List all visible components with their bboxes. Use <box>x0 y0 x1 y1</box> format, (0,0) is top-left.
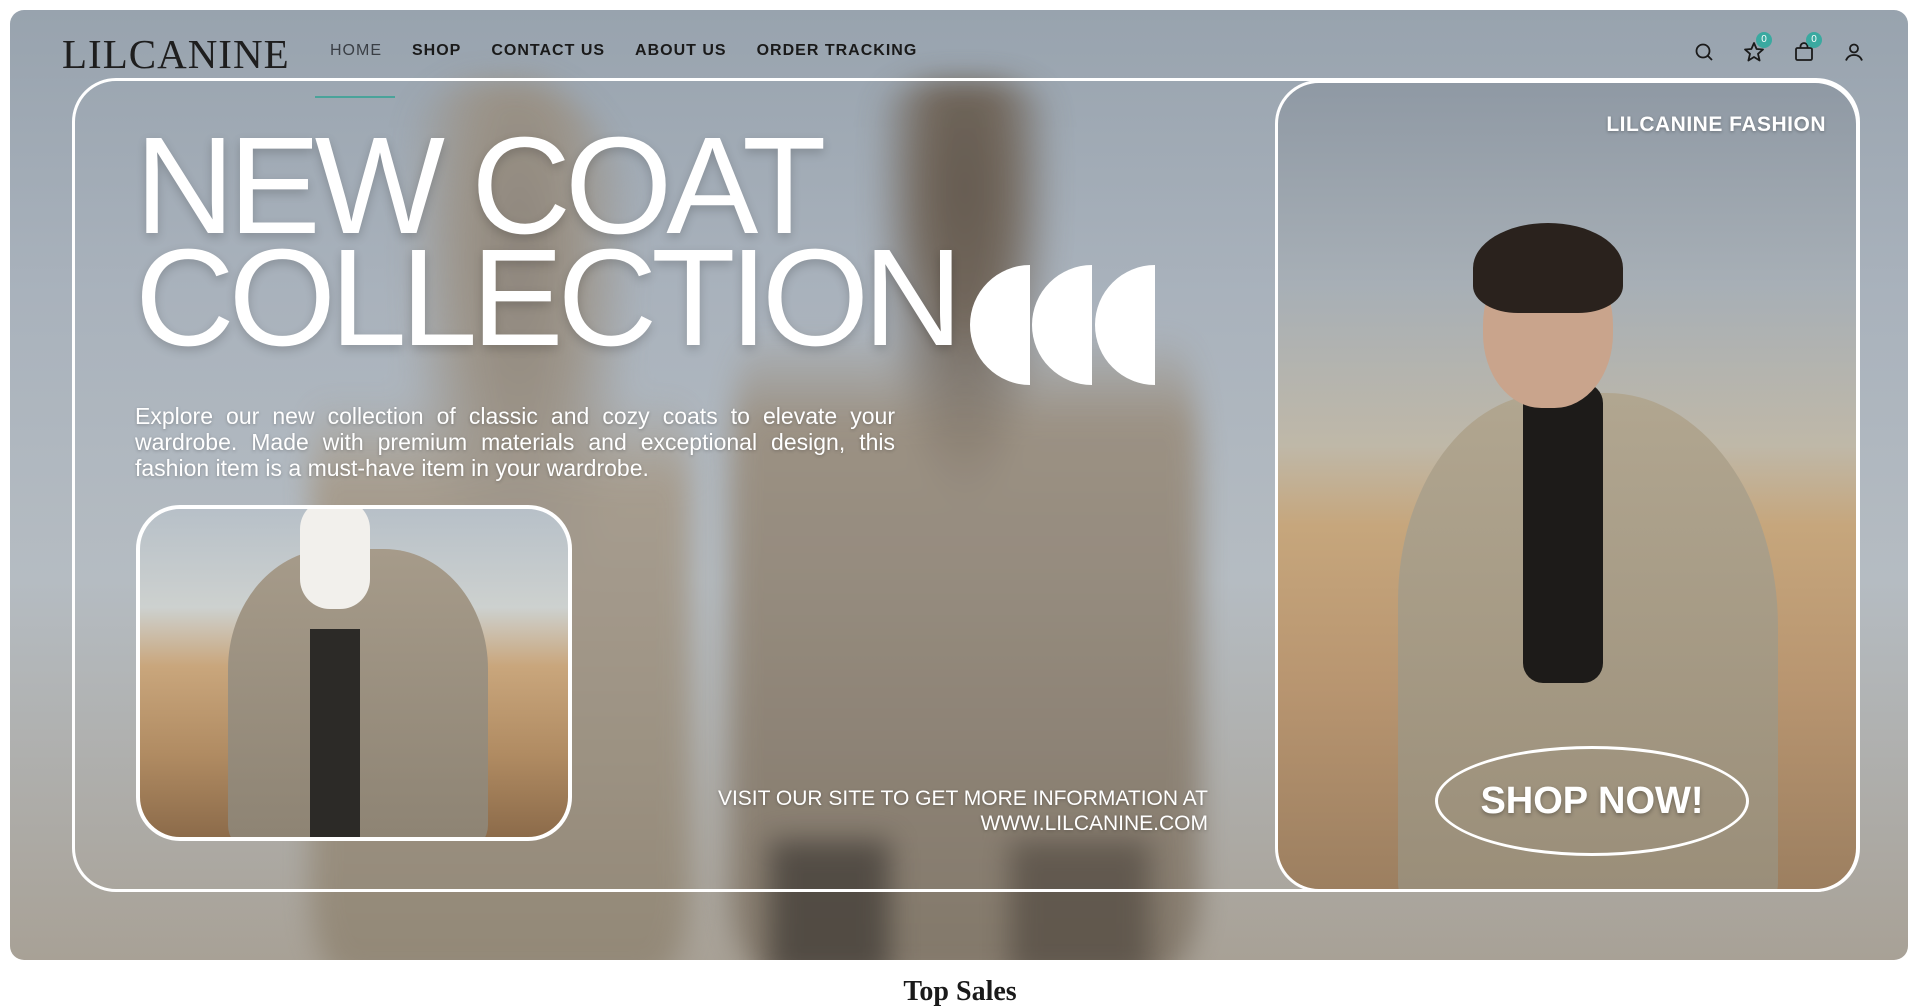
visit-url[interactable]: WWW.LILCANINE.COM <box>610 811 1208 836</box>
model-photo-small <box>136 505 572 841</box>
nav-item-order-tracking[interactable]: ORDER TRACKING <box>757 42 918 60</box>
user-icon[interactable] <box>1842 40 1866 64</box>
search-icon[interactable] <box>1692 40 1716 64</box>
nav-item-contact-us[interactable]: CONTACT US <box>491 42 605 60</box>
hero-description: Explore our new collection of classic an… <box>135 403 895 481</box>
nav-item-home[interactable]: HOME <box>330 42 382 60</box>
brand-tag: LILCANINE FASHION <box>1606 113 1826 136</box>
hero-headline: NEW COAT COLLECTION <box>135 117 963 375</box>
header-icons: 0 0 <box>1692 32 1866 64</box>
main-nav: HOME SHOP CONTACT US ABOUT US ORDER TRAC… <box>330 42 917 60</box>
cart-count-badge: 0 <box>1806 32 1822 48</box>
section-title-top-sales: Top Sales <box>903 976 1017 1007</box>
site-logo[interactable]: LILCANINE <box>62 30 290 78</box>
nav-item-about-us[interactable]: ABOUT US <box>635 42 727 60</box>
semicircle-decoration <box>970 265 1155 385</box>
cart-button[interactable]: 0 <box>1792 32 1822 64</box>
visit-site-text: VISIT OUR SITE TO GET MORE INFORMATION A… <box>610 786 1208 836</box>
hero-banner: LILCANINE HOME SHOP CONTACT US ABOUT US … <box>10 10 1908 960</box>
headline-line-2: COLLECTION <box>135 221 963 375</box>
wishlist-button[interactable]: 0 <box>1742 32 1772 64</box>
model-photo-large: LILCANINE FASHION SHOP NOW! <box>1275 80 1859 892</box>
visit-line-1: VISIT OUR SITE TO GET MORE INFORMATION A… <box>717 787 1208 810</box>
shop-now-button[interactable]: SHOP NOW! <box>1435 746 1749 856</box>
nav-item-shop[interactable]: SHOP <box>412 42 461 60</box>
wishlist-count-badge: 0 <box>1756 32 1772 48</box>
